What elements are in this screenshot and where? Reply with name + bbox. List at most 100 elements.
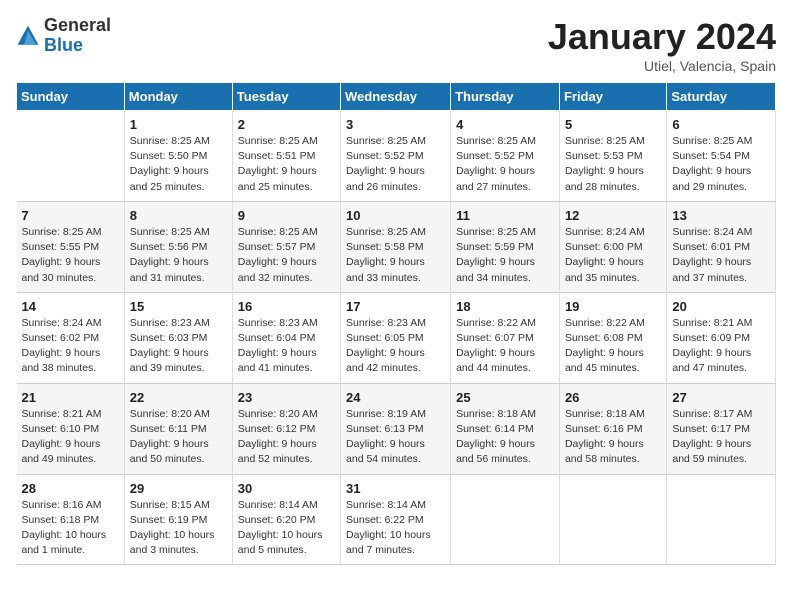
calendar-cell: 30Sunrise: 8:14 AMSunset: 6:20 PMDayligh… [232,474,340,565]
day-number: 13 [672,208,770,223]
day-number: 27 [672,390,770,405]
calendar-cell: 4 Sunrise: 8:25 AMSunset: 5:52 PMDaylight… [451,111,560,202]
weekday-header-row: SundayMondayTuesdayWednesdayThursdayFrid… [17,83,776,111]
calendar-week-row: 7Sunrise: 8:25 AMSunset: 5:55 PMDaylight… [17,201,776,292]
day-number: 23 [238,390,335,405]
day-number: 8 [130,208,227,223]
logo-icon [16,24,40,48]
day-info: Sunrise: 8:18 AMSunset: 6:16 PMDaylight:… [565,407,661,468]
weekday-header-saturday: Saturday [667,83,776,111]
day-number: 29 [130,481,227,496]
logo-general-text: General [44,16,111,36]
calendar-cell: 25 Sunrise: 8:18 AMSunset: 6:14 PMDayligh… [451,383,560,474]
calendar-cell: 18Sunrise: 8:22 AMSunset: 6:07 PMDayligh… [451,292,560,383]
calendar-cell: 21 Sunrise: 8:21 AMSunset: 6:10 PMDayligh… [17,383,125,474]
day-info: Sunrise: 8:21 AMSunset: 6:09 PMDaylight:… [672,316,770,377]
day-number: 25 [456,390,554,405]
day-number: 16 [238,299,335,314]
weekday-header-tuesday: Tuesday [232,83,340,111]
day-number: 11 [456,208,554,223]
day-info: Sunrise: 8:25 AMSunset: 5:54 PMDaylight:… [672,134,770,195]
day-info: Sunrise: 8:25 AMSunset: 5:52 PMDaylight:… [456,134,554,195]
day-info: Sunrise: 8:25 AMSunset: 5:52 PMDaylight:… [346,134,445,195]
calendar-cell: 26 Sunrise: 8:18 AMSunset: 6:16 PMDayligh… [559,383,666,474]
calendar-cell: 24 Sunrise: 8:19 AMSunset: 6:13 PMDayligh… [341,383,451,474]
day-info: Sunrise: 8:24 AMSunset: 6:00 PMDaylight:… [565,225,661,286]
day-info: Sunrise: 8:20 AMSunset: 6:12 PMDaylight:… [238,407,335,468]
calendar-cell: 12Sunrise: 8:24 AMSunset: 6:00 PMDayligh… [559,201,666,292]
day-number: 2 [238,117,335,132]
calendar-week-row: 14 Sunrise: 8:24 AMSunset: 6:02 PMDayligh… [17,292,776,383]
calendar-cell: 15 Sunrise: 8:23 AMSunset: 6:03 PMDayligh… [124,292,232,383]
day-info: Sunrise: 8:25 AMSunset: 5:58 PMDaylight:… [346,225,445,286]
calendar-week-row: 21 Sunrise: 8:21 AMSunset: 6:10 PMDayligh… [17,383,776,474]
day-number: 1 [130,117,227,132]
day-number: 3 [346,117,445,132]
calendar-cell: 1 Sunrise: 8:25 AMSunset: 5:50 PMDaylight… [124,111,232,202]
day-number: 10 [346,208,445,223]
day-info: Sunrise: 8:25 AMSunset: 5:50 PMDaylight:… [130,134,227,195]
logo-text: General Blue [44,16,111,56]
day-info: Sunrise: 8:18 AMSunset: 6:14 PMDaylight:… [456,407,554,468]
day-info: Sunrise: 8:15 AMSunset: 6:19 PMDaylight:… [130,498,227,559]
calendar-cell: 29 Sunrise: 8:15 AMSunset: 6:19 PMDayligh… [124,474,232,565]
calendar-cell: 28 Sunrise: 8:16 AMSunset: 6:18 PMDayligh… [17,474,125,565]
calendar-cell: 8Sunrise: 8:25 AMSunset: 5:56 PMDaylight… [124,201,232,292]
weekday-header-monday: Monday [124,83,232,111]
calendar-cell [559,474,666,565]
day-info: Sunrise: 8:25 AMSunset: 5:57 PMDaylight:… [238,225,335,286]
calendar-cell: 23 Sunrise: 8:20 AMSunset: 6:12 PMDayligh… [232,383,340,474]
day-number: 28 [22,481,119,496]
day-number: 5 [565,117,661,132]
month-title: January 2024 [548,16,776,58]
day-info: Sunrise: 8:21 AMSunset: 6:10 PMDaylight:… [22,407,119,468]
calendar-cell: 22Sunrise: 8:20 AMSunset: 6:11 PMDayligh… [124,383,232,474]
day-info: Sunrise: 8:23 AMSunset: 6:03 PMDaylight:… [130,316,227,377]
day-info: Sunrise: 8:19 AMSunset: 6:13 PMDaylight:… [346,407,445,468]
day-info: Sunrise: 8:23 AMSunset: 6:05 PMDaylight:… [346,316,445,377]
day-number: 22 [130,390,227,405]
day-info: Sunrise: 8:25 AMSunset: 5:53 PMDaylight:… [565,134,661,195]
calendar-week-row: 1 Sunrise: 8:25 AMSunset: 5:50 PMDaylight… [17,111,776,202]
day-number: 24 [346,390,445,405]
logo: General Blue [16,16,111,56]
day-number: 6 [672,117,770,132]
day-info: Sunrise: 8:25 AMSunset: 5:55 PMDaylight:… [22,225,119,286]
day-number: 20 [672,299,770,314]
day-info: Sunrise: 8:23 AMSunset: 6:04 PMDaylight:… [238,316,335,377]
day-number: 18 [456,299,554,314]
calendar-cell: 9Sunrise: 8:25 AMSunset: 5:57 PMDaylight… [232,201,340,292]
calendar-cell: 16 Sunrise: 8:23 AMSunset: 6:04 PMDayligh… [232,292,340,383]
header: General Blue January 2024 Utiel, Valenci… [16,16,776,74]
day-info: Sunrise: 8:14 AMSunset: 6:22 PMDaylight:… [346,498,445,559]
day-number: 21 [22,390,119,405]
calendar-cell [667,474,776,565]
calendar-table: SundayMondayTuesdayWednesdayThursdayFrid… [16,82,776,565]
weekday-header-wednesday: Wednesday [341,83,451,111]
weekday-header-thursday: Thursday [451,83,560,111]
day-number: 26 [565,390,661,405]
calendar-cell: 19Sunrise: 8:22 AMSunset: 6:08 PMDayligh… [559,292,666,383]
calendar-cell: 10 Sunrise: 8:25 AMSunset: 5:58 PMDayligh… [341,201,451,292]
day-info: Sunrise: 8:17 AMSunset: 6:17 PMDaylight:… [672,407,770,468]
calendar-cell [451,474,560,565]
weekday-header-friday: Friday [559,83,666,111]
location-subtitle: Utiel, Valencia, Spain [548,58,776,74]
day-number: 31 [346,481,445,496]
calendar-cell: 3 Sunrise: 8:25 AMSunset: 5:52 PMDaylight… [341,111,451,202]
calendar-cell: 14 Sunrise: 8:24 AMSunset: 6:02 PMDayligh… [17,292,125,383]
day-number: 15 [130,299,227,314]
day-info: Sunrise: 8:14 AMSunset: 6:20 PMDaylight:… [238,498,335,559]
day-info: Sunrise: 8:16 AMSunset: 6:18 PMDaylight:… [22,498,119,559]
day-info: Sunrise: 8:24 AMSunset: 6:02 PMDaylight:… [22,316,119,377]
calendar-cell: 5 Sunrise: 8:25 AMSunset: 5:53 PMDaylight… [559,111,666,202]
calendar-cell: 17Sunrise: 8:23 AMSunset: 6:05 PMDayligh… [341,292,451,383]
calendar-cell: 13 Sunrise: 8:24 AMSunset: 6:01 PMDayligh… [667,201,776,292]
day-number: 14 [22,299,119,314]
calendar-week-row: 28 Sunrise: 8:16 AMSunset: 6:18 PMDayligh… [17,474,776,565]
day-number: 4 [456,117,554,132]
calendar-cell: 27 Sunrise: 8:17 AMSunset: 6:17 PMDayligh… [667,383,776,474]
day-info: Sunrise: 8:25 AMSunset: 5:59 PMDaylight:… [456,225,554,286]
day-info: Sunrise: 8:24 AMSunset: 6:01 PMDaylight:… [672,225,770,286]
calendar-cell: 20 Sunrise: 8:21 AMSunset: 6:09 PMDayligh… [667,292,776,383]
